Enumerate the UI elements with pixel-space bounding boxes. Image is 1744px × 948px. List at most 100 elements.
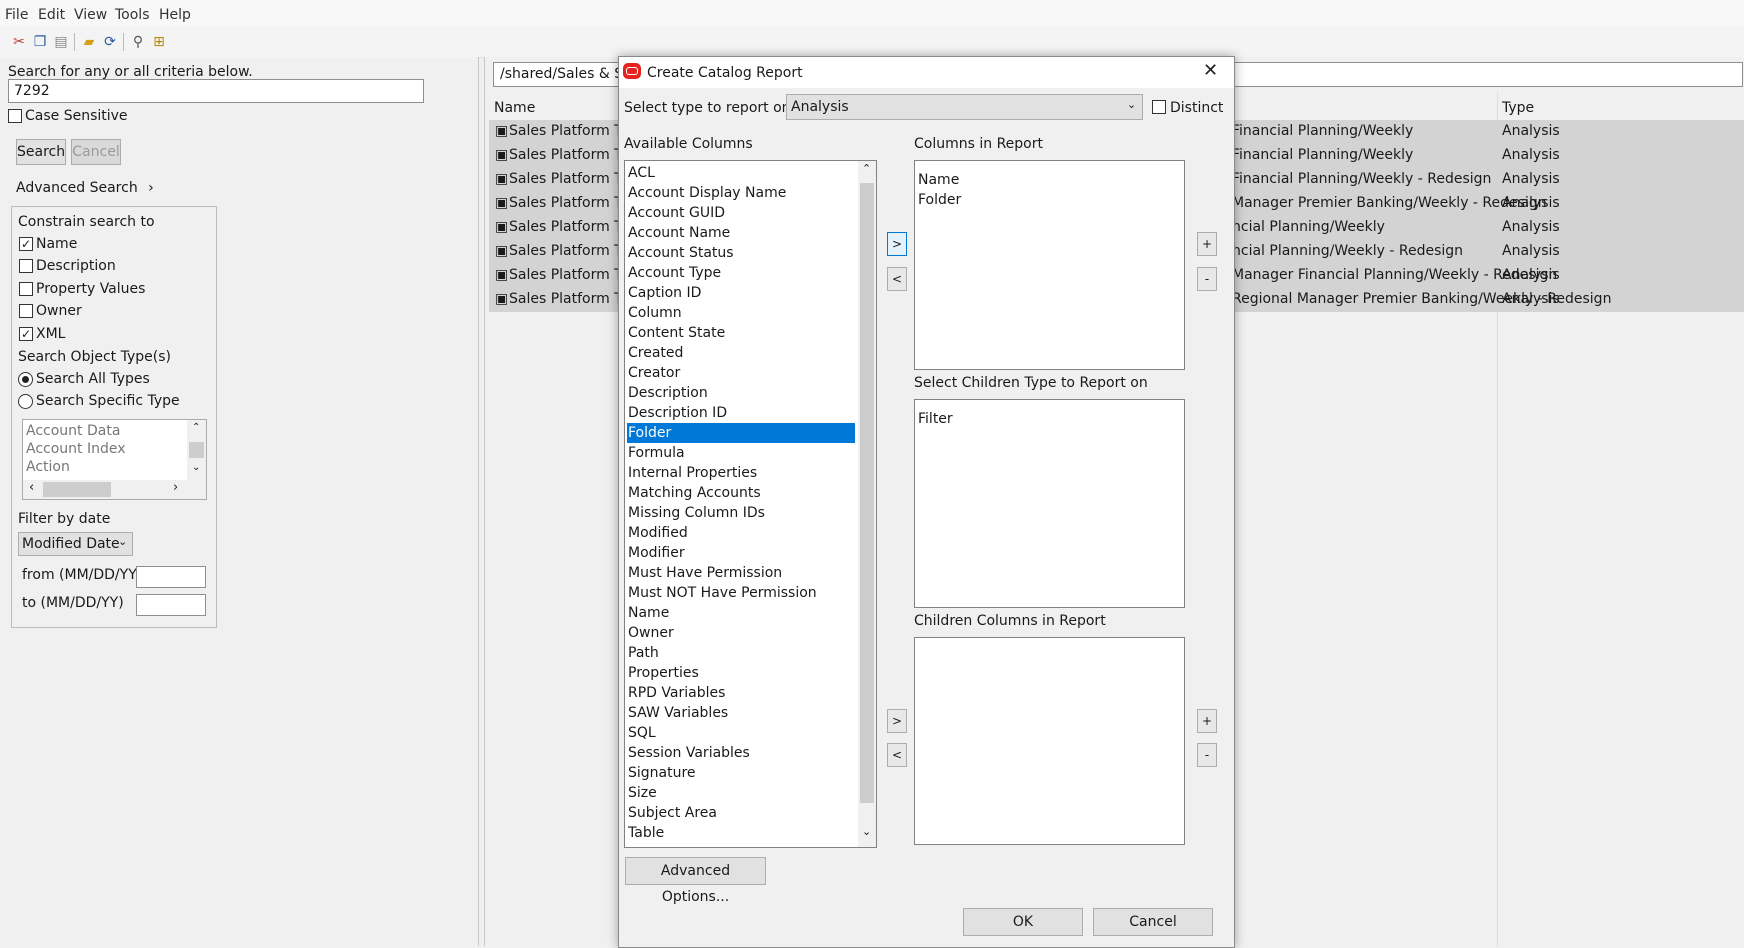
chevron-right-icon[interactable]: › [173, 480, 178, 495]
available-column-item[interactable]: Formula [627, 443, 855, 463]
available-column-item[interactable]: Account GUID [627, 203, 855, 223]
refresh-icon[interactable]: ⟳ [101, 33, 119, 51]
available-column-item[interactable]: Table [627, 823, 855, 843]
available-column-item[interactable]: Subject Area [627, 803, 855, 823]
children-columns-list[interactable] [914, 637, 1185, 845]
chevron-down-icon[interactable]: ⌄ [192, 462, 200, 473]
scroll-thumb[interactable] [189, 442, 204, 458]
chevron-down-icon[interactable]: ⌄ [862, 825, 871, 838]
case-sensitive-checkbox[interactable] [8, 109, 22, 123]
move-down-button[interactable]: - [1197, 267, 1217, 291]
column-header-name[interactable]: Name [494, 100, 535, 116]
available-column-item[interactable]: Must NOT Have Permission [627, 583, 855, 603]
property-values-checkbox[interactable] [19, 282, 33, 296]
copy-icon[interactable]: ❐ [31, 33, 49, 51]
available-column-item[interactable]: Creator [627, 363, 855, 383]
available-column-item[interactable]: Column [627, 303, 855, 323]
list-item[interactable]: Folder [918, 190, 961, 210]
list-item[interactable]: Account Data [26, 421, 120, 441]
paste-icon[interactable]: ▤ [52, 33, 70, 51]
search-button[interactable]: Search [16, 139, 66, 165]
to-date-input[interactable] [136, 594, 206, 616]
available-column-item[interactable]: Account Type [627, 263, 855, 283]
report-type-select[interactable]: Analysis ⌄ [786, 94, 1143, 120]
available-column-item[interactable]: ACL [627, 163, 855, 183]
child-move-up-button[interactable]: + [1197, 709, 1217, 733]
chevron-up-icon[interactable]: ⌃ [192, 422, 200, 433]
scroll-thumb[interactable] [43, 482, 111, 497]
available-column-item[interactable]: Content State [627, 323, 855, 343]
available-column-item[interactable]: Owner [627, 623, 855, 643]
search-input[interactable]: 7292 [8, 79, 424, 103]
advanced-search-link[interactable]: Advanced Search › [16, 180, 154, 196]
from-date-input[interactable] [136, 566, 206, 588]
available-column-item[interactable]: Size [627, 783, 855, 803]
available-column-item[interactable]: Created [627, 343, 855, 363]
available-column-item[interactable]: Description [627, 383, 855, 403]
children-type-list[interactable]: Filter [914, 399, 1185, 608]
vertical-scrollbar[interactable]: ⌃ ⌄ [858, 161, 876, 847]
add-column-button[interactable]: > [887, 232, 907, 256]
available-column-item[interactable]: Caption ID [627, 283, 855, 303]
available-column-item[interactable]: Description ID [627, 403, 855, 423]
available-column-item[interactable]: Matching Accounts [627, 483, 855, 503]
find-icon[interactable]: ⚲ [129, 33, 147, 51]
available-column-item[interactable]: Account Status [627, 243, 855, 263]
add-child-column-button[interactable]: > [887, 709, 907, 733]
close-icon[interactable]: ✕ [1203, 60, 1218, 81]
list-item[interactable]: Action [26, 457, 70, 477]
ok-button[interactable]: OK [963, 908, 1083, 936]
available-column-item[interactable]: SQL [627, 723, 855, 743]
remove-column-button[interactable]: < [887, 267, 907, 291]
list-item[interactable]: Account Index [26, 439, 126, 459]
available-column-item[interactable]: Must Have Permission [627, 563, 855, 583]
columns-in-report-list[interactable]: Name Folder [914, 160, 1185, 370]
description-checkbox[interactable] [19, 259, 33, 273]
available-column-item[interactable]: Modifier [627, 543, 855, 563]
menu-file[interactable]: File [5, 7, 28, 23]
available-column-item[interactable]: Missing Column IDs [627, 503, 855, 523]
list-item[interactable]: Name [918, 170, 959, 190]
new-folder-icon[interactable]: ▰ [80, 33, 98, 51]
list-item[interactable]: Filter [918, 409, 953, 429]
available-column-item[interactable]: Modified [627, 523, 855, 543]
cut-icon[interactable]: ✂ [10, 33, 28, 51]
available-column-item[interactable]: Path [627, 643, 855, 663]
chevron-left-icon[interactable]: ‹ [29, 480, 34, 495]
vertical-scrollbar[interactable]: ⌃ ⌄ [187, 420, 206, 480]
child-move-down-button[interactable]: - [1197, 743, 1217, 767]
menu-tools[interactable]: Tools [115, 7, 150, 23]
owner-checkbox[interactable] [19, 304, 33, 318]
advanced-options-button[interactable]: Advanced Options... [625, 857, 766, 905]
available-column-item[interactable]: Internal Properties [627, 463, 855, 483]
name-checkbox[interactable]: ✓ [19, 237, 33, 251]
distinct-checkbox[interactable] [1152, 100, 1166, 114]
cancel-button[interactable]: Cancel [1093, 908, 1213, 936]
available-column-item[interactable]: RPD Variables [627, 683, 855, 703]
available-column-item[interactable]: Account Display Name [627, 183, 855, 203]
available-columns-list[interactable]: ACL Account Display Name Account GUID Accou… [624, 160, 877, 848]
available-column-item[interactable]: Session Variables [627, 743, 855, 763]
chevron-up-icon[interactable]: ⌃ [862, 162, 871, 175]
horizontal-scrollbar[interactable]: ‹ › [23, 480, 206, 499]
move-up-button[interactable]: + [1197, 232, 1217, 256]
scroll-thumb[interactable] [860, 183, 874, 803]
menu-help[interactable]: Help [159, 7, 191, 23]
specific-type-radio[interactable] [18, 394, 33, 409]
available-column-item[interactable]: Name [627, 603, 855, 623]
date-field-select[interactable]: Modified Date ⌄ [18, 532, 133, 556]
available-column-item[interactable]: Account Name [627, 223, 855, 243]
xml-checkbox[interactable]: ✓ [19, 327, 33, 341]
available-column-item[interactable]: Folder [627, 423, 855, 443]
menu-edit[interactable]: Edit [38, 7, 65, 23]
dialog-titlebar[interactable]: Create Catalog Report ✕ [619, 57, 1234, 88]
available-column-item[interactable]: SAW Variables [627, 703, 855, 723]
column-header-type[interactable]: Type [1502, 100, 1534, 116]
menu-view[interactable]: View [74, 7, 107, 23]
remove-child-column-button[interactable]: < [887, 743, 907, 767]
tree-icon[interactable]: ⊞ [150, 33, 168, 51]
object-type-list[interactable]: Account Data Account Index Action ⌃ ⌄ ‹ … [22, 419, 207, 500]
all-types-radio[interactable] [18, 372, 33, 387]
available-column-item[interactable]: Signature [627, 763, 855, 783]
available-column-item[interactable]: Properties [627, 663, 855, 683]
